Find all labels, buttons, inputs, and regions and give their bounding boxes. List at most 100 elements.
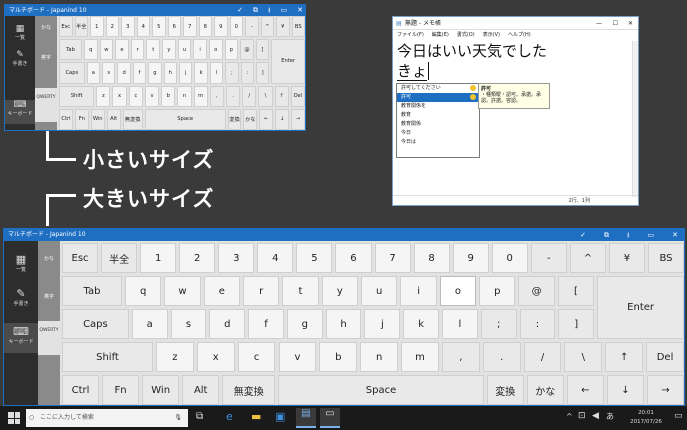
restore-icon[interactable]: ⧉ bbox=[604, 229, 609, 241]
volume-icon[interactable]: ◀ bbox=[592, 411, 599, 421]
key-left[interactable]: ← bbox=[566, 375, 604, 405]
microphone-icon[interactable]: 🎙 bbox=[174, 409, 182, 427]
key-w[interactable]: w bbox=[99, 39, 114, 61]
key-x[interactable]: x bbox=[196, 342, 235, 372]
tab-qwerty[interactable]: QWERTY bbox=[38, 321, 60, 355]
sidebar-item-list[interactable]: ▦ 一覧 bbox=[4, 253, 38, 281]
key-at[interactable]: @ bbox=[518, 276, 555, 306]
key-h[interactable]: h bbox=[325, 309, 362, 339]
key-8[interactable]: 8 bbox=[413, 243, 450, 273]
dock-icon[interactable]: ⭳ bbox=[627, 229, 629, 241]
ime-candidate[interactable]: 教育関係を bbox=[397, 102, 479, 111]
key-down[interactable]: ↓ bbox=[275, 108, 290, 130]
key-enter[interactable]: Enter bbox=[597, 276, 684, 339]
key-f[interactable]: f bbox=[248, 309, 284, 339]
key-fn[interactable]: Fn bbox=[102, 375, 140, 405]
key-del[interactable]: Del bbox=[290, 85, 305, 107]
ime-candidate[interactable]: 教育 bbox=[397, 111, 479, 120]
key-c[interactable]: c bbox=[128, 85, 143, 107]
key-kana[interactable]: かな bbox=[243, 108, 258, 130]
key-up[interactable]: ↑ bbox=[605, 342, 644, 372]
key-y[interactable]: y bbox=[162, 39, 176, 61]
key-1[interactable]: 1 bbox=[140, 243, 177, 273]
key-esc[interactable]: Esc bbox=[59, 16, 73, 38]
key-z[interactable]: z bbox=[96, 85, 111, 107]
network-icon[interactable]: ⊡ bbox=[578, 411, 586, 421]
key-2[interactable]: 2 bbox=[179, 243, 216, 273]
ime-candidate[interactable]: 許可してください bbox=[397, 84, 479, 93]
notification-icon[interactable]: ▭ bbox=[674, 411, 683, 421]
key-tab[interactable]: Tab bbox=[62, 276, 122, 306]
key-win[interactable]: Win bbox=[142, 375, 180, 405]
key-bracket-close[interactable]: ] bbox=[255, 62, 270, 84]
key-t[interactable]: t bbox=[282, 276, 319, 306]
key-d[interactable]: d bbox=[209, 309, 246, 339]
key-6[interactable]: 6 bbox=[167, 16, 181, 38]
key-i[interactable]: i bbox=[193, 39, 207, 61]
key-p[interactable]: p bbox=[479, 276, 516, 306]
key-7[interactable]: 7 bbox=[183, 16, 197, 38]
key-bracket-open[interactable]: [ bbox=[557, 276, 595, 306]
key-u[interactable]: u bbox=[177, 39, 192, 61]
key-backslash[interactable]: \ bbox=[564, 342, 603, 372]
key-yen[interactable]: ¥ bbox=[608, 243, 645, 273]
key-l[interactable]: l bbox=[209, 62, 224, 84]
tab-kana[interactable]: かな bbox=[35, 20, 57, 46]
key-0[interactable]: 0 bbox=[229, 16, 243, 38]
key-backslash[interactable]: \ bbox=[258, 85, 273, 107]
key-u[interactable]: u bbox=[361, 276, 398, 306]
key-enter[interactable]: Enter bbox=[271, 39, 305, 84]
key-muhenkan[interactable]: 無変換 bbox=[222, 375, 276, 405]
key-henkan[interactable]: 変換 bbox=[486, 375, 524, 405]
ime-candidate[interactable]: 今日 bbox=[397, 129, 479, 138]
key-caret[interactable]: ^ bbox=[569, 243, 606, 273]
key-c[interactable]: c bbox=[237, 342, 276, 372]
task-view-icon[interactable]: ⧉ bbox=[196, 411, 203, 422]
file-explorer-icon[interactable]: ▬ bbox=[251, 410, 261, 423]
notepad-titlebar[interactable]: ▤ 無題 - メモ帳 — ☐ ✕ bbox=[393, 17, 638, 30]
key-minus[interactable]: - bbox=[245, 16, 259, 38]
key-space[interactable]: Space bbox=[278, 375, 484, 405]
key-v[interactable]: v bbox=[278, 342, 317, 372]
key-9[interactable]: 9 bbox=[214, 16, 228, 38]
key-right[interactable]: → bbox=[646, 375, 684, 405]
key-ctrl[interactable]: Ctrl bbox=[62, 375, 100, 405]
key-period[interactable]: . bbox=[225, 85, 241, 107]
key-colon[interactable]: : bbox=[240, 62, 254, 84]
key-k[interactable]: k bbox=[403, 309, 440, 339]
key-n[interactable]: n bbox=[177, 85, 192, 107]
key-up[interactable]: ↑ bbox=[274, 85, 289, 107]
close-icon[interactable]: ✕ bbox=[672, 229, 678, 241]
key-e[interactable]: e bbox=[203, 276, 240, 306]
key-l[interactable]: l bbox=[442, 309, 478, 339]
tab-alphabet[interactable]: 英字 bbox=[38, 285, 60, 319]
restore-icon[interactable]: ⧉ bbox=[253, 5, 258, 16]
key-shift[interactable]: Shift bbox=[62, 342, 153, 372]
store-icon[interactable]: ▣ bbox=[275, 410, 285, 423]
maximize-icon[interactable]: ▭ bbox=[648, 229, 655, 241]
key-tab[interactable]: Tab bbox=[59, 39, 82, 61]
key-semicolon[interactable]: ; bbox=[225, 62, 239, 84]
close-icon[interactable]: ✕ bbox=[297, 5, 303, 16]
key-bracket-open[interactable]: [ bbox=[255, 39, 270, 61]
key-5[interactable]: 5 bbox=[152, 16, 166, 38]
key-b[interactable]: b bbox=[319, 342, 358, 372]
sidebar-item-list[interactable]: ▦ 一覧 bbox=[5, 24, 35, 46]
check-icon[interactable]: ✓ bbox=[237, 5, 243, 16]
key-q[interactable]: q bbox=[83, 39, 98, 61]
key-a[interactable]: a bbox=[86, 62, 101, 84]
key-7[interactable]: 7 bbox=[374, 243, 411, 273]
key-esc[interactable]: Esc bbox=[62, 243, 99, 273]
tab-qwerty[interactable]: QWERTY bbox=[35, 88, 57, 122]
key-5[interactable]: 5 bbox=[296, 243, 333, 273]
key-down[interactable]: ↓ bbox=[606, 375, 644, 405]
clock[interactable]: 20:01 2017/07/26 bbox=[624, 409, 668, 427]
key-caps[interactable]: Caps bbox=[59, 62, 85, 84]
key-f[interactable]: f bbox=[132, 62, 147, 84]
key-d[interactable]: d bbox=[117, 62, 131, 84]
key-fn[interactable]: Fn bbox=[74, 108, 89, 130]
key-bs[interactable]: BS bbox=[291, 16, 305, 38]
key-e[interactable]: e bbox=[115, 39, 129, 61]
ime-candidate[interactable]: 今日は bbox=[397, 138, 479, 147]
key-slash[interactable]: / bbox=[523, 342, 562, 372]
